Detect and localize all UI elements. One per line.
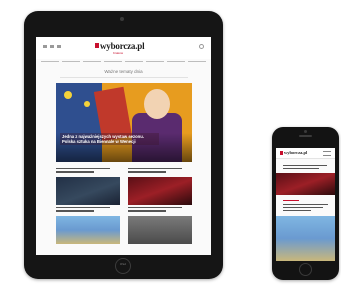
device-brand: iPad (119, 262, 127, 266)
logo-mark (280, 151, 283, 155)
article-column-left (56, 166, 120, 244)
tablet-device: wyborcza.pl Kraków Ważne tematy dnia Jed… (24, 11, 223, 279)
headline-line[interactable] (128, 206, 183, 209)
phone-speaker (299, 135, 312, 137)
article-thumbnail[interactable] (128, 176, 192, 205)
phone-camera (304, 130, 307, 133)
headline-line[interactable] (128, 171, 167, 173)
phone-header: wyborcza.pl (276, 148, 335, 159)
nav-item[interactable] (167, 61, 185, 62)
nav-item[interactable] (188, 61, 206, 62)
category-label (283, 200, 299, 202)
hero-article[interactable]: Jedna z najważniejszych wystaw sezonu. P… (56, 83, 192, 162)
article-thumbnail[interactable] (56, 215, 120, 244)
nav-bar (41, 60, 206, 63)
headline-line[interactable] (128, 210, 167, 212)
article-thumbnail[interactable] (276, 216, 335, 261)
nav-item[interactable] (125, 61, 143, 62)
headline-line[interactable] (283, 204, 328, 206)
nav-item[interactable] (41, 61, 59, 62)
hero-caption[interactable]: Jedna z najważniejszych wystaw sezonu. P… (60, 133, 159, 145)
headline-line[interactable] (56, 206, 111, 209)
nav-item[interactable] (104, 61, 122, 62)
article-thumbnail[interactable] (128, 215, 192, 244)
nav-item[interactable] (146, 61, 164, 62)
tablet-camera (120, 17, 124, 21)
section-divider (60, 77, 188, 78)
logo-subtitle: Kraków (113, 51, 124, 55)
headline-line[interactable] (56, 168, 111, 170)
headline-line[interactable] (283, 210, 311, 212)
article-thumbnail[interactable] (56, 176, 120, 205)
menu-icon[interactable] (43, 45, 47, 48)
nav-item[interactable] (83, 61, 101, 62)
headline-line[interactable] (283, 168, 319, 170)
logo-mark (95, 43, 99, 48)
tablet-screen: wyborcza.pl Kraków Ważne tematy dnia Jed… (36, 37, 211, 255)
section-title: Ważne tematy dnia (104, 69, 143, 74)
headline-line[interactable] (56, 171, 95, 173)
mail-icon[interactable] (57, 45, 61, 48)
menu-icon[interactable] (323, 151, 331, 156)
search-icon[interactable] (50, 45, 54, 48)
article-thumbnail[interactable] (276, 173, 335, 195)
home-button[interactable] (299, 263, 312, 276)
phone-screen: wyborcza.pl (276, 148, 335, 261)
headline-line[interactable] (283, 207, 323, 209)
phone-device: wyborcza.pl (272, 127, 339, 280)
header-icons (43, 45, 61, 48)
tablet-header: wyborcza.pl Kraków (36, 37, 211, 59)
user-icon[interactable] (199, 44, 204, 49)
headline-line[interactable] (128, 168, 183, 170)
nav-item[interactable] (62, 61, 80, 62)
headline-line[interactable] (283, 165, 327, 167)
site-logo[interactable]: wyborcza.pl (100, 41, 145, 51)
home-button[interactable]: iPad (115, 258, 131, 274)
site-logo[interactable]: wyborcza.pl (284, 150, 307, 155)
article-column-right (128, 166, 192, 244)
headline-line[interactable] (56, 210, 95, 212)
